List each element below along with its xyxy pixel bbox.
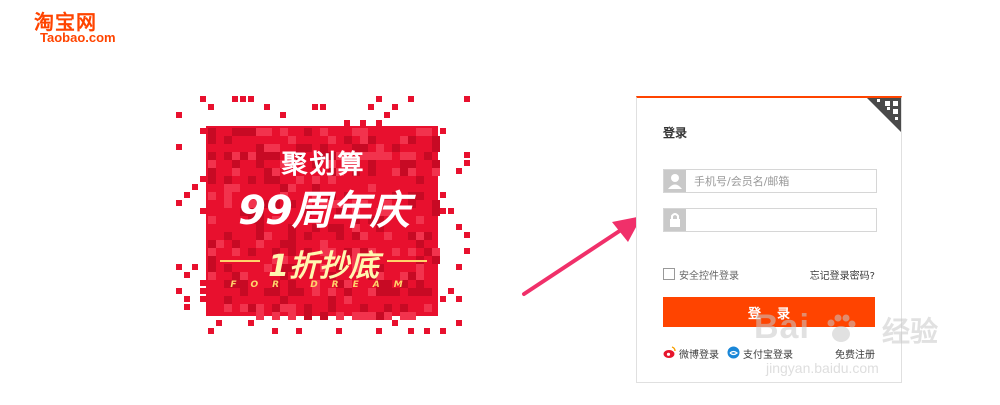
weibo-login-label: 微博登录 bbox=[679, 350, 719, 361]
secure-control-label[interactable]: 安全控件登录 bbox=[679, 267, 739, 282]
logo-english-text: Taobao.com bbox=[40, 30, 116, 45]
secure-control-checkbox[interactable] bbox=[663, 268, 675, 280]
promo-discount: 1折抄底 bbox=[268, 249, 379, 284]
pointer-arrow-icon bbox=[522, 216, 642, 296]
promo-tagline: FOR DREAM bbox=[230, 280, 417, 290]
watermark-jingyan-text: 经验 bbox=[882, 315, 939, 348]
paw-icon bbox=[827, 314, 856, 342]
promo-title: 聚划算 bbox=[281, 150, 366, 180]
username-input[interactable] bbox=[694, 173, 868, 189]
promo-headline: 99周年庆 bbox=[238, 188, 410, 234]
password-field[interactable] bbox=[663, 208, 877, 232]
password-input[interactable] bbox=[694, 212, 868, 228]
user-icon bbox=[664, 170, 686, 192]
weibo-icon bbox=[663, 346, 676, 358]
promo-banner: 聚划算 99周年庆 1折抄底 FOR DREAM bbox=[176, 96, 471, 339]
username-field[interactable] bbox=[663, 169, 877, 193]
qr-code-icon[interactable] bbox=[867, 98, 901, 132]
forgot-password-link[interactable]: 忘记登录密码? bbox=[810, 267, 875, 282]
watermark-url: jingyan.baidu.com bbox=[766, 360, 879, 376]
taobao-logo[interactable]: 淘宝网 Taobao.com bbox=[34, 6, 134, 46]
login-options-row: 安全控件登录 忘记登录密码? bbox=[663, 267, 875, 282]
lock-icon bbox=[664, 209, 686, 231]
login-title: 登录 bbox=[663, 126, 688, 140]
watermark-logo-text: Bai bbox=[754, 308, 810, 346]
baidu-jingyan-watermark: Bai 经验 jingyan.baidu.com bbox=[754, 308, 954, 398]
alipay-icon bbox=[727, 346, 740, 359]
